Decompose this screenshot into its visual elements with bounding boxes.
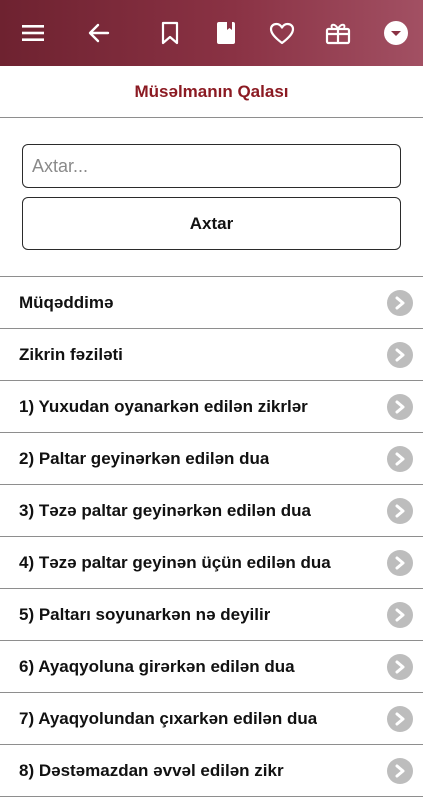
menu-icon[interactable] xyxy=(17,17,49,49)
list-item-label: 7) Ayaqyolundan çıxarkən edilən dua xyxy=(19,708,318,728)
top-toolbar xyxy=(0,0,423,66)
chevron-right-icon xyxy=(387,550,413,576)
search-input[interactable] xyxy=(22,144,401,188)
chevron-right-icon xyxy=(387,394,413,420)
back-arrow-icon[interactable] xyxy=(83,17,115,49)
chevron-right-icon xyxy=(387,706,413,732)
list-item-label: 8) Dəstəmazdan əvvəl edilən zikr xyxy=(19,760,284,780)
book-icon[interactable] xyxy=(210,17,242,49)
chevron-right-icon xyxy=(387,342,413,368)
chevron-right-icon xyxy=(387,446,413,472)
list-item[interactable]: 4) Təzə paltar geyinən üçün edilən dua xyxy=(0,537,423,589)
list-item[interactable]: Zikrin fəziləti xyxy=(0,329,423,381)
list-item-label: Zikrin fəziləti xyxy=(19,344,123,364)
list-item[interactable]: 3) Təzə paltar geyinərkən edilən dua xyxy=(0,485,423,537)
list-item[interactable]: 2) Paltar geyinərkən edilən dua xyxy=(0,433,423,485)
gift-icon[interactable] xyxy=(322,17,354,49)
list-item-label: 4) Təzə paltar geyinən üçün edilən dua xyxy=(19,552,331,572)
list-item-label: 5) Paltarı soyunarkən nə deyilir xyxy=(19,604,271,624)
list-item-label: Müqəddimə xyxy=(19,292,114,312)
list-item[interactable]: 8) Dəstəmazdan əvvəl edilən zikr xyxy=(0,745,423,797)
list-item[interactable]: 7) Ayaqyolundan çıxarkən edilən dua xyxy=(0,693,423,745)
list-item-label: 2) Paltar geyinərkən edilən dua xyxy=(19,448,270,468)
chevron-right-icon xyxy=(387,290,413,316)
list-item-label: 1) Yuxudan oyanarkən edilən zikrlər xyxy=(19,396,308,416)
dropdown-icon[interactable] xyxy=(380,17,412,49)
heart-icon[interactable] xyxy=(266,17,298,49)
list-item[interactable]: Müqəddimə xyxy=(0,277,423,329)
list-item[interactable]: 6) Ayaqyoluna girərkən edilən dua xyxy=(0,641,423,693)
page-title: Müsəlmanın Qalası xyxy=(0,66,423,118)
list-item[interactable]: 5) Paltarı soyunarkən nə deyilir xyxy=(0,589,423,641)
chevron-right-icon xyxy=(387,498,413,524)
list-item-label: 3) Təzə paltar geyinərkən edilən dua xyxy=(19,500,311,520)
chapter-list: Müqəddimə Zikrin fəziləti 1) Yuxudan oya… xyxy=(0,276,423,797)
chevron-right-icon xyxy=(387,758,413,784)
chevron-right-icon xyxy=(387,602,413,628)
list-item-label: 6) Ayaqyoluna girərkən edilən dua xyxy=(19,656,295,676)
search-button[interactable]: Axtar xyxy=(22,197,401,250)
chevron-right-icon xyxy=(387,654,413,680)
list-item[interactable]: 1) Yuxudan oyanarkən edilən zikrlər xyxy=(0,381,423,433)
bookmark-icon[interactable] xyxy=(154,17,186,49)
